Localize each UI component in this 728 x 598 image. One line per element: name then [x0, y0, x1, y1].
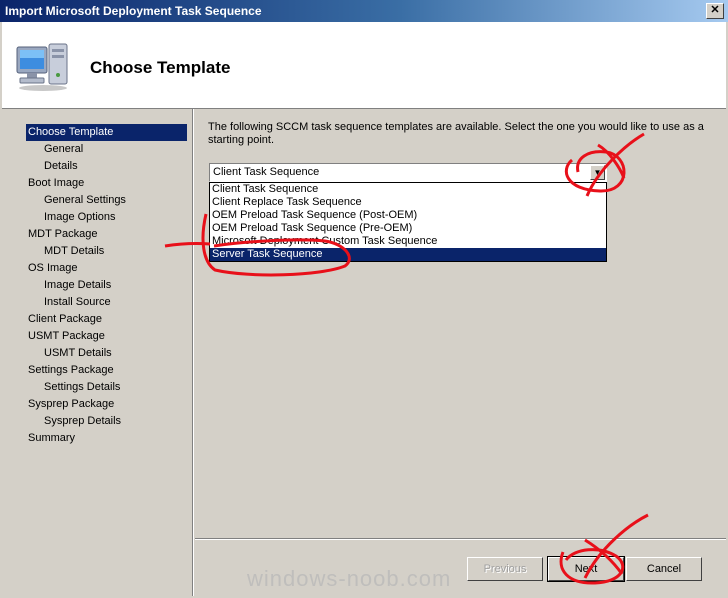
- dropdown-option-oem-preload-task-sequence-post-oem[interactable]: OEM Preload Task Sequence (Post-OEM): [210, 209, 606, 222]
- template-combobox[interactable]: Client Task Sequence ▼: [209, 163, 607, 182]
- dropdown-option-microsoft-deployment-custom-task-sequence[interactable]: Microsoft Deployment Custom Task Sequenc…: [210, 235, 606, 248]
- intro-text: The following SCCM task sequence templat…: [208, 121, 704, 146]
- next-button[interactable]: Next: [547, 556, 625, 582]
- sidebar-item-settings-package[interactable]: Settings Package: [26, 362, 187, 379]
- dropdown-option-oem-preload-task-sequence-pre-oem[interactable]: OEM Preload Task Sequence (Pre-OEM): [210, 222, 606, 235]
- sidebar-item-summary[interactable]: Summary: [26, 430, 187, 447]
- computer-icon: [16, 43, 68, 91]
- sidebar-item-general[interactable]: General: [26, 141, 187, 158]
- title-bar[interactable]: Import Microsoft Deployment Task Sequenc…: [0, 0, 728, 22]
- sidebar-item-os-image[interactable]: OS Image: [26, 260, 187, 277]
- sidebar-item-usmt-package[interactable]: USMT Package: [26, 328, 187, 345]
- chevron-down-icon[interactable]: ▼: [590, 165, 605, 180]
- sidebar-item-choose-template[interactable]: Choose Template: [26, 124, 187, 141]
- sidebar-item-usmt-details[interactable]: USMT Details: [26, 345, 187, 362]
- dropdown-option-client-task-sequence[interactable]: Client Task Sequence: [210, 183, 606, 196]
- sidebar-item-client-package[interactable]: Client Package: [26, 311, 187, 328]
- sidebar-item-mdt-package[interactable]: MDT Package: [26, 226, 187, 243]
- sidebar-divider: [192, 109, 194, 596]
- sidebar-item-mdt-details[interactable]: MDT Details: [26, 243, 187, 260]
- previous-button[interactable]: Previous: [467, 557, 543, 581]
- sidebar-item-boot-image[interactable]: Boot Image: [26, 175, 187, 192]
- wizard-step-list: Choose Template General Details Boot Image G…: [26, 124, 187, 447]
- sidebar-item-sysprep-package[interactable]: Sysprep Package: [26, 396, 187, 413]
- dropdown-option-server-task-sequence[interactable]: Server Task Sequence: [210, 248, 606, 261]
- template-combobox-value: Client Task Sequence: [213, 166, 320, 178]
- cancel-button[interactable]: Cancel: [626, 557, 702, 581]
- watermark: windows-noob.com: [247, 566, 452, 591]
- sidebar-item-settings-details[interactable]: Settings Details: [26, 379, 187, 396]
- main-content: The following SCCM task sequence templat…: [195, 109, 726, 539]
- page-title: Choose Template: [90, 58, 231, 77]
- sidebar-item-install-source[interactable]: Install Source: [26, 294, 187, 311]
- window-title: Import Microsoft Deployment Task Sequenc…: [5, 4, 262, 18]
- sidebar-item-sysprep-details[interactable]: Sysprep Details: [26, 413, 187, 430]
- sidebar-item-image-options[interactable]: Image Options: [26, 209, 187, 226]
- sidebar-item-image-details[interactable]: Image Details: [26, 277, 187, 294]
- wizard-header: Choose Template: [2, 22, 726, 109]
- close-button[interactable]: ✕: [706, 3, 724, 19]
- dropdown-option-client-replace-task-sequence[interactable]: Client Replace Task Sequence: [210, 196, 606, 209]
- sidebar-item-general-settings[interactable]: General Settings: [26, 192, 187, 209]
- template-dropdown-list: Client Task Sequence Client Replace Task …: [209, 182, 607, 262]
- sidebar-item-details[interactable]: Details: [26, 158, 187, 175]
- footer-divider: [195, 538, 726, 540]
